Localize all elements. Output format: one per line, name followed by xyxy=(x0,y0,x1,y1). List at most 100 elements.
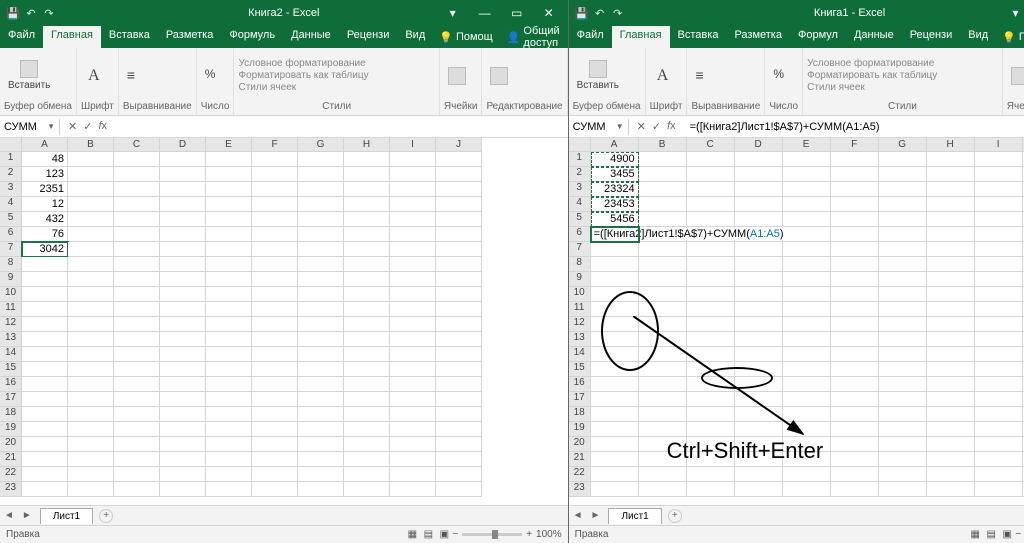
cell[interactable] xyxy=(831,332,879,347)
cell[interactable] xyxy=(206,317,252,332)
cell[interactable] xyxy=(298,302,344,317)
cell[interactable] xyxy=(639,362,687,377)
cell[interactable] xyxy=(252,167,298,182)
cell[interactable] xyxy=(298,242,344,257)
row-header[interactable]: 8 xyxy=(0,257,22,272)
cell[interactable] xyxy=(975,467,1023,482)
cell[interactable] xyxy=(927,437,975,452)
cell[interactable] xyxy=(927,212,975,227)
cell[interactable] xyxy=(975,227,1023,242)
accept-formula-icon[interactable]: ✓ xyxy=(652,120,661,133)
row-header[interactable]: 21 xyxy=(0,452,22,467)
cell[interactable] xyxy=(344,242,390,257)
cell[interactable]: 76 xyxy=(22,227,68,242)
cell[interactable] xyxy=(344,467,390,482)
cell[interactable] xyxy=(252,182,298,197)
row-header[interactable]: 19 xyxy=(569,422,591,437)
cell[interactable] xyxy=(975,452,1023,467)
cell[interactable] xyxy=(639,407,687,422)
tell-me[interactable]: 💡 Помощ xyxy=(433,26,498,48)
cell[interactable] xyxy=(591,317,639,332)
cell[interactable] xyxy=(831,482,879,497)
cell[interactable] xyxy=(436,182,482,197)
cell[interactable]: 5456 xyxy=(591,212,639,227)
row-header[interactable]: 11 xyxy=(0,302,22,317)
cell[interactable] xyxy=(735,257,783,272)
cell[interactable] xyxy=(206,272,252,287)
cell[interactable] xyxy=(436,362,482,377)
cell[interactable] xyxy=(22,422,68,437)
tab-file[interactable]: Файл xyxy=(0,26,43,48)
cell[interactable] xyxy=(206,407,252,422)
cell[interactable] xyxy=(160,452,206,467)
cell[interactable] xyxy=(160,257,206,272)
cell[interactable] xyxy=(160,152,206,167)
cell[interactable] xyxy=(687,377,735,392)
cell[interactable] xyxy=(639,332,687,347)
row-header[interactable]: 13 xyxy=(0,332,22,347)
tab-review[interactable]: Рецензи xyxy=(339,26,398,48)
zoom-control[interactable]: −+100% xyxy=(1015,529,1024,540)
cell[interactable] xyxy=(252,317,298,332)
cell[interactable] xyxy=(783,302,831,317)
cell[interactable] xyxy=(390,332,436,347)
cell[interactable] xyxy=(879,377,927,392)
cell[interactable] xyxy=(975,392,1023,407)
cell[interactable] xyxy=(298,212,344,227)
cell[interactable] xyxy=(114,347,160,362)
cell[interactable] xyxy=(831,167,879,182)
cell[interactable] xyxy=(783,317,831,332)
column-header[interactable]: B xyxy=(639,138,687,152)
undo-icon[interactable]: ↶ xyxy=(593,6,607,20)
cell[interactable] xyxy=(831,287,879,302)
cell[interactable] xyxy=(735,167,783,182)
cell[interactable] xyxy=(687,332,735,347)
cell[interactable] xyxy=(879,272,927,287)
cell[interactable] xyxy=(591,392,639,407)
row-header[interactable]: 20 xyxy=(0,437,22,452)
cell[interactable] xyxy=(160,467,206,482)
cell[interactable] xyxy=(687,467,735,482)
cell[interactable] xyxy=(591,422,639,437)
cell[interactable] xyxy=(436,167,482,182)
cell[interactable] xyxy=(22,392,68,407)
cell[interactable] xyxy=(390,362,436,377)
row-header[interactable]: 9 xyxy=(569,272,591,287)
cell[interactable] xyxy=(687,317,735,332)
add-sheet-button[interactable]: + xyxy=(99,509,113,523)
cell[interactable] xyxy=(114,422,160,437)
row-header[interactable]: 22 xyxy=(0,467,22,482)
cell[interactable] xyxy=(436,482,482,497)
tab-formulas[interactable]: Формул xyxy=(790,26,846,48)
redo-icon[interactable]: ↷ xyxy=(611,6,625,20)
cell[interactable] xyxy=(344,317,390,332)
cell[interactable] xyxy=(298,227,344,242)
column-header[interactable]: E xyxy=(783,138,831,152)
row-header[interactable]: 13 xyxy=(569,332,591,347)
cell[interactable] xyxy=(344,452,390,467)
cell[interactable] xyxy=(927,317,975,332)
cell[interactable] xyxy=(298,182,344,197)
cell[interactable] xyxy=(390,257,436,272)
cell[interactable] xyxy=(975,407,1023,422)
cell[interactable] xyxy=(879,287,927,302)
row-header[interactable]: 11 xyxy=(569,302,591,317)
cell[interactable] xyxy=(831,317,879,332)
cell[interactable] xyxy=(687,272,735,287)
cell[interactable] xyxy=(344,422,390,437)
cell[interactable] xyxy=(252,257,298,272)
row-header[interactable]: 12 xyxy=(0,317,22,332)
cell[interactable] xyxy=(390,317,436,332)
row-header[interactable]: 7 xyxy=(569,242,591,257)
cell[interactable]: 12 xyxy=(22,197,68,212)
cell[interactable] xyxy=(390,437,436,452)
cell[interactable] xyxy=(591,452,639,467)
cell[interactable] xyxy=(687,182,735,197)
cell[interactable] xyxy=(160,362,206,377)
cell[interactable] xyxy=(252,452,298,467)
cell[interactable] xyxy=(344,332,390,347)
name-box[interactable]: СУММ▼ xyxy=(569,119,629,135)
cell[interactable] xyxy=(591,377,639,392)
cell[interactable] xyxy=(879,257,927,272)
cell[interactable] xyxy=(927,332,975,347)
